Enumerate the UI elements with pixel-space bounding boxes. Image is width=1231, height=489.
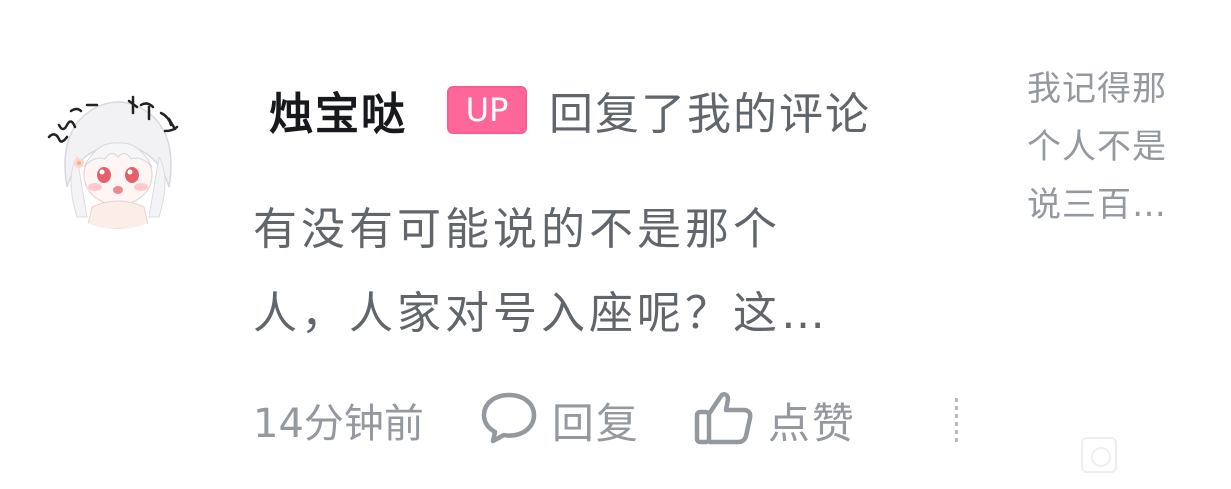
like-label: 点赞 xyxy=(767,398,856,448)
reply-line: 人，人家对号入座呢？这… xyxy=(253,288,829,339)
reply-content[interactable]: 有没有可能说的不是那个 人，人家对号入座呢？这… xyxy=(253,188,943,356)
avatar-image xyxy=(37,67,199,229)
quoted-original-comment[interactable]: 我记得那 个人不是 说三百… xyxy=(1027,60,1207,234)
dotted-divider xyxy=(955,398,958,444)
username[interactable]: 烛宝哒 xyxy=(269,78,407,142)
thumbs-up-icon xyxy=(694,390,754,450)
like-button[interactable]: 点赞 xyxy=(694,390,856,451)
notification-footer: 14分钟前 回复 点赞 xyxy=(253,390,856,450)
reply-line: 有没有可能说的不是那个 xyxy=(253,204,781,255)
quoted-comment-line: 说三百… xyxy=(1027,185,1167,225)
speech-bubble-icon xyxy=(480,391,538,449)
quoted-comment-line: 我记得那 xyxy=(1027,69,1167,109)
watermark-icon xyxy=(1081,437,1117,473)
up-badge: UP xyxy=(447,86,527,134)
quoted-comment-line: 个人不是 xyxy=(1027,127,1167,167)
reply-label: 回复 xyxy=(551,398,640,448)
reply-notification[interactable]: 烛宝哒 UP 回复了我的评论 有没有可能说的不是那个 人，人家对号入座呢？这… … xyxy=(0,0,1231,489)
notification-header: 烛宝哒 UP 回复了我的评论 xyxy=(269,80,871,140)
action-text: 回复了我的评论 xyxy=(549,89,871,140)
reply-button[interactable]: 回复 xyxy=(480,390,640,451)
timestamp: 14分钟前 xyxy=(253,401,424,447)
avatar[interactable] xyxy=(37,67,199,229)
